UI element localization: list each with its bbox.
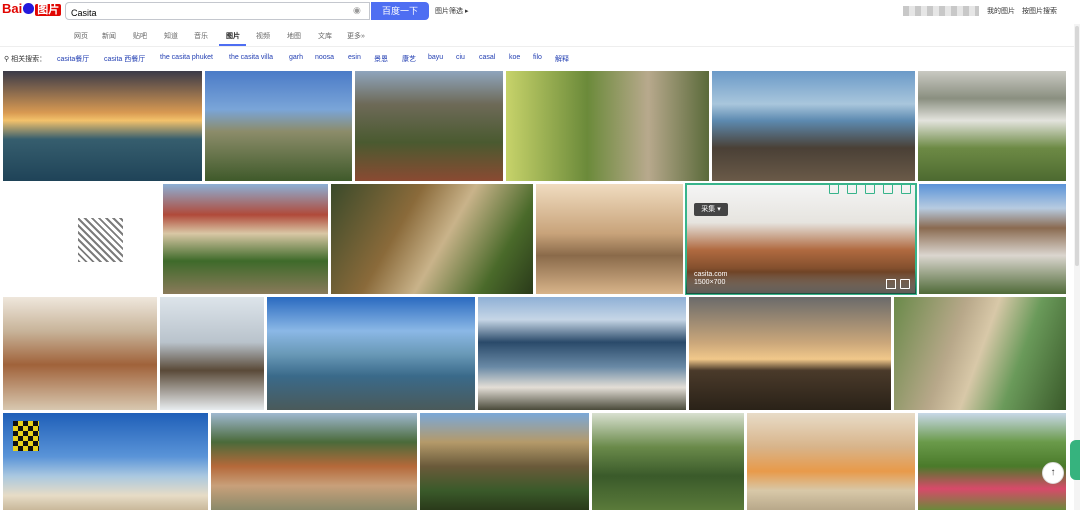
scrollbar-thumb[interactable] — [1075, 26, 1079, 266]
paw-icon — [23, 3, 35, 14]
image-thumbnail[interactable] — [3, 71, 202, 181]
search-button[interactable]: 百度一下 — [371, 2, 429, 20]
zoom-icon[interactable] — [847, 184, 857, 194]
image-thumbnail[interactable] — [205, 71, 352, 181]
related-item[interactable]: 康艺 — [402, 54, 416, 64]
tab-more[interactable]: 更多» — [347, 31, 365, 41]
image-thumbnail[interactable] — [689, 297, 891, 410]
image-thumbnail[interactable] — [3, 184, 160, 294]
image-thumbnail[interactable] — [331, 184, 533, 294]
camera-icon[interactable]: ◉ — [353, 6, 364, 15]
image-thumbnail[interactable] — [3, 413, 208, 510]
logo-text: Bai — [2, 1, 23, 16]
related-item[interactable]: esin — [348, 54, 361, 61]
image-thumbnail[interactable] — [163, 184, 328, 294]
nav-tabs: 网页 新闻 贴吧 知道 音乐 图片 视频 地图 文库 更多» — [0, 24, 1080, 47]
tab-music[interactable]: 音乐 — [194, 31, 208, 41]
image-filter-link[interactable]: 图片筛选 ▸ — [435, 6, 468, 16]
user-avatar-blurred[interactable] — [903, 6, 979, 16]
related-item[interactable]: koe — [509, 54, 520, 61]
image-thumbnail[interactable] — [267, 297, 475, 410]
image-thumbnail[interactable] — [160, 297, 264, 410]
settings-icon[interactable] — [901, 184, 911, 194]
tab-news[interactable]: 新闻 — [102, 31, 116, 41]
hover-toolbar — [826, 183, 916, 195]
image-thumbnail[interactable] — [420, 413, 589, 510]
related-item[interactable]: 景恩 — [374, 54, 388, 64]
related-label: ⚲ 相关搜索： — [4, 56, 47, 63]
image-thumbnail[interactable] — [506, 71, 709, 181]
similar-icon[interactable] — [829, 184, 839, 194]
tab-maps[interactable]: 地图 — [287, 31, 301, 41]
image-thumbnail[interactable] — [3, 297, 157, 410]
related-item[interactable]: casita餐厅 — [57, 54, 89, 64]
tab-tieba[interactable]: 贴吧 — [133, 31, 147, 41]
image-thumbnail[interactable] — [894, 297, 1066, 410]
tab-zhidao[interactable]: 知道 — [164, 31, 178, 41]
image-thumbnail[interactable] — [355, 71, 503, 181]
image-thumbnail[interactable] — [211, 413, 417, 510]
tab-images[interactable]: 图片 — [226, 31, 240, 41]
image-thumbnail[interactable] — [536, 184, 683, 294]
image-thumbnail[interactable] — [918, 413, 1066, 510]
image-thumbnail[interactable] — [712, 71, 915, 181]
related-item[interactable]: bayu — [428, 54, 443, 61]
related-item[interactable]: the casita phuket — [160, 54, 213, 61]
image-source: casita.com 1500×700 — [694, 271, 728, 286]
expand-icon[interactable] — [900, 279, 910, 289]
related-searches: ⚲ 相关搜索： casita餐厅 casita 西餐厅 the casita p… — [0, 48, 1080, 68]
search-input[interactable] — [66, 5, 346, 21]
search-by-image-link[interactable]: 按图片搜索 — [1022, 6, 1057, 16]
tab-wenku[interactable]: 文库 — [318, 31, 332, 41]
top-bar: Bai 图片 ◉ 百度一下 图片筛选 ▸ 我的图片 按图片搜索 — [0, 0, 1080, 24]
share-icon[interactable] — [883, 184, 893, 194]
image-thumbnail[interactable] — [478, 297, 686, 410]
collect-dropdown[interactable]: 采集 ▾ — [694, 203, 728, 216]
active-tab-indicator — [219, 44, 246, 46]
image-thumbnail[interactable] — [918, 71, 1066, 181]
related-item[interactable]: casal — [479, 54, 495, 61]
search-box: ◉ — [65, 2, 370, 21]
side-widget-button[interactable] — [1070, 440, 1080, 480]
scrollbar[interactable] — [1074, 24, 1080, 510]
image-thumbnail[interactable] — [919, 184, 1066, 294]
download-icon[interactable] — [886, 279, 896, 289]
my-images-link[interactable]: 我的图片 — [987, 6, 1015, 16]
image-thumbnail[interactable] — [592, 413, 744, 510]
baidu-logo[interactable]: Bai 图片 — [2, 1, 62, 21]
search-icon: ⚲ — [4, 56, 10, 63]
logo-suffix: 图片 — [35, 4, 62, 16]
related-item[interactable]: the casita villa — [229, 54, 273, 61]
related-item[interactable]: casita 西餐厅 — [104, 54, 145, 64]
related-item[interactable]: garh — [289, 54, 303, 61]
tab-web[interactable]: 网页 — [74, 31, 88, 41]
image-thumbnail[interactable] — [747, 413, 915, 510]
related-item[interactable]: 解释 — [555, 54, 569, 64]
collect-icon[interactable] — [865, 184, 875, 194]
back-to-top-button[interactable]: ↑ — [1042, 462, 1064, 484]
related-item[interactable]: ciu — [456, 54, 465, 61]
tab-video[interactable]: 视频 — [256, 31, 270, 41]
related-item[interactable]: noosa — [315, 54, 334, 61]
related-item[interactable]: filo — [533, 54, 542, 61]
